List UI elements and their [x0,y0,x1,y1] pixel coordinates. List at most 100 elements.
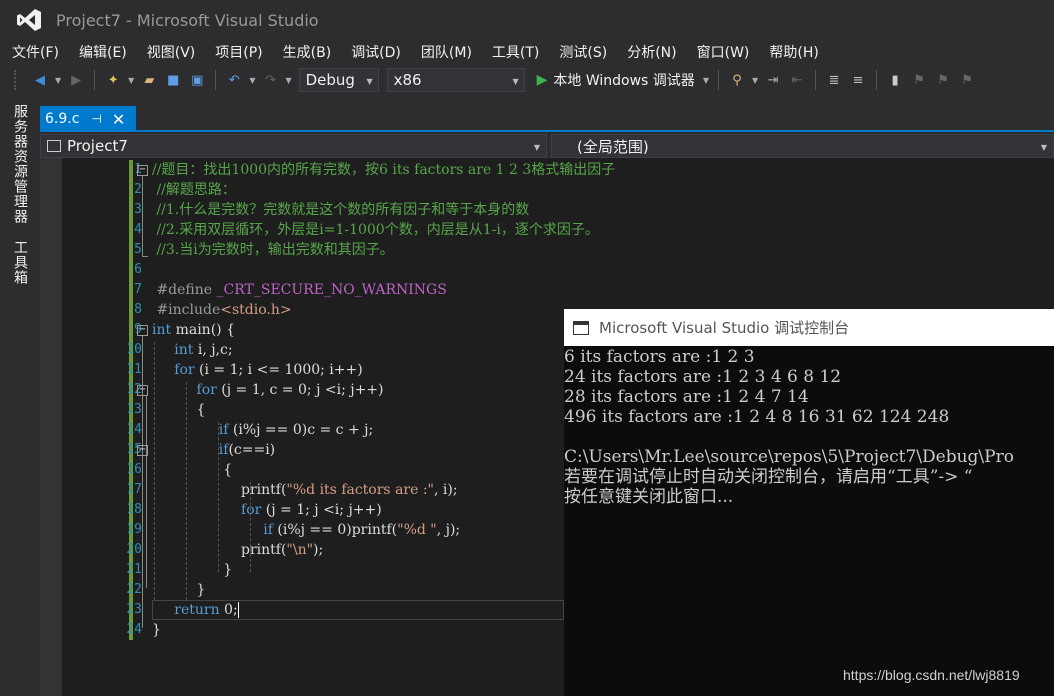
line-number: 7 [134,282,142,297]
line-number: 20 [126,542,142,557]
step-icon[interactable]: ⇥ [765,72,781,88]
line-number: 18 [126,502,142,517]
run-label: 本地 Windows 调试器 [553,73,695,89]
project-name: Project7 [67,137,128,155]
collapse-icon[interactable]: − [137,385,148,396]
code-line-9: int main() { [152,322,235,338]
doc-tab-6-9-c[interactable]: 6.9.c ⊣ ✕ [40,106,136,132]
menu-bar: 文件(F) 编辑(E) 视图(V) 项目(P) 生成(B) 调试(D) 团队(M… [0,40,1054,64]
close-icon[interactable]: ✕ [112,110,125,129]
next-bookmark-icon[interactable]: ⚑ [935,72,951,88]
code-line-1: //题目：找出1000内的所有完数，按6 its factors are 1 2… [152,162,616,178]
platform-value: x86 [393,71,422,89]
toolbox-tab[interactable]: 工具箱 [10,240,30,285]
line-number: 6 [134,262,142,277]
console-output-line: 24 its factors are :1 2 3 4 6 8 12 [564,367,842,387]
chevron-down-icon[interactable]: ▼ [128,76,134,85]
redo-icon[interactable]: ↷ [262,72,278,88]
menu-build[interactable]: 生成(B) [275,42,340,62]
line-number: 2 [134,182,142,197]
menu-help[interactable]: 帮助(H) [761,42,826,62]
line-number: 4 [134,222,142,237]
code-line-15: if(c==i) [218,442,276,458]
code-line-19: if (i%j == 0)printf("%d ", j); [263,522,461,538]
fold-outline [142,336,143,628]
save-all-icon[interactable]: ▣ [189,72,205,88]
collapse-icon[interactable]: − [137,165,148,176]
line-number: 11 [126,362,142,377]
editor-margin [40,158,62,696]
toolbar-grip[interactable] [14,70,18,90]
doc-tab-label: 6.9.c [45,111,80,127]
outdent-icon[interactable]: ⇤ [789,72,805,88]
chevron-down-icon: ▼ [366,77,373,86]
chevron-down-icon[interactable]: ▼ [752,76,758,85]
code-line-5: //3.当i为完数时，输出完数和其因子。 [152,242,394,258]
project-icon [47,140,61,152]
side-tool-tabs: 服务器资源管理器 工具箱 [0,96,40,696]
toolbar-separator [815,70,817,90]
collapse-icon[interactable]: − [137,445,148,456]
open-folder-icon[interactable]: ▰ [141,72,157,88]
solution-configuration-dropdown[interactable]: Debug ▼ [298,68,379,92]
menu-project[interactable]: 项目(P) [207,42,270,62]
line-number: 19 [126,522,142,537]
menu-test[interactable]: 测试(S) [551,42,615,62]
code-line-16: { [152,462,233,478]
code-line-12: for (j = 1, c = 0; j <i; j++) [196,382,384,398]
start-debugging-button[interactable]: ▶ 本地 Windows 调试器 ▼ [537,70,712,90]
menu-tools[interactable]: 工具(T) [484,42,547,62]
comment-icon[interactable]: ≣ [826,72,842,88]
menu-team[interactable]: 团队(M) [413,42,480,62]
save-icon[interactable]: ■ [165,72,181,88]
code-line-2: //解题思路： [152,182,236,198]
solution-platform-dropdown[interactable]: x86 ▼ [386,68,525,92]
code-line-7: #define _CRT_SECURE_NO_WARNINGS [156,282,447,298]
line-number: 12 [126,382,142,397]
code-line-22: } [152,582,206,598]
line-number: 23 [126,602,142,617]
menu-file[interactable]: 文件(F) [4,42,67,62]
menu-edit[interactable]: 编辑(E) [71,42,135,62]
line-number: 8 [134,302,142,317]
play-icon: ▶ [536,72,548,88]
prev-bookmark-icon[interactable]: ⚑ [911,72,927,88]
console-title-bar[interactable]: Microsoft Visual Studio 调试控制台 [564,309,1054,346]
code-line-21: } [152,562,233,578]
fold-outline [146,456,147,568]
code-line-20: printf("\n"); [152,542,324,558]
menu-view[interactable]: 视图(V) [139,42,204,62]
fold-outline [142,256,148,257]
scope-dropdown[interactable]: (全局范围) ▼ [550,134,1054,158]
chevron-down-icon[interactable]: ▼ [249,76,255,85]
chevron-down-icon[interactable]: ▼ [285,76,291,85]
undo-icon[interactable]: ↶ [226,72,242,88]
watermark: https://blog.csdn.net/lwj8819 [843,667,1020,683]
uncomment-icon[interactable]: ≡ [850,72,866,88]
chevron-down-icon[interactable]: ▼ [703,76,709,85]
clear-bookmarks-icon[interactable]: ⚑ [959,72,975,88]
line-number: 14 [126,422,142,437]
pin-icon[interactable]: ⊣ [91,112,101,126]
find-icon[interactable]: ⚲ [729,72,745,88]
debug-console-window[interactable]: Microsoft Visual Studio 调试控制台 6 its fact… [564,309,1054,696]
project-dropdown[interactable]: Project7 ▼ [40,134,547,158]
collapse-icon[interactable]: − [137,325,148,336]
window-title: Project7 - Microsoft Visual Studio [56,10,319,30]
line-number: 3 [134,202,142,217]
server-explorer-tab[interactable]: 服务器资源管理器 [10,104,30,224]
fold-outline [142,176,143,256]
forward-icon[interactable]: ▶ [68,72,84,88]
menu-debug[interactable]: 调试(D) [343,42,409,62]
menu-window[interactable]: 窗口(W) [689,42,758,62]
code-line-14: if (i%j == 0)c = c + j; [218,422,374,438]
new-project-icon[interactable]: ✦ [105,72,121,88]
console-output-line: 按任意键关闭此窗口... [564,487,734,507]
chevron-down-icon: ▼ [533,143,540,152]
back-icon[interactable]: ◀ [32,72,48,88]
navigation-bar: Project7 ▼ (全局范围) ▼ [40,134,1054,158]
console-output-line: 28 its factors are :1 2 4 7 14 [564,387,809,407]
bookmark-icon[interactable]: ▮ [887,72,903,88]
menu-analyze[interactable]: 分析(N) [619,42,684,62]
chevron-down-icon[interactable]: ▼ [55,76,61,85]
